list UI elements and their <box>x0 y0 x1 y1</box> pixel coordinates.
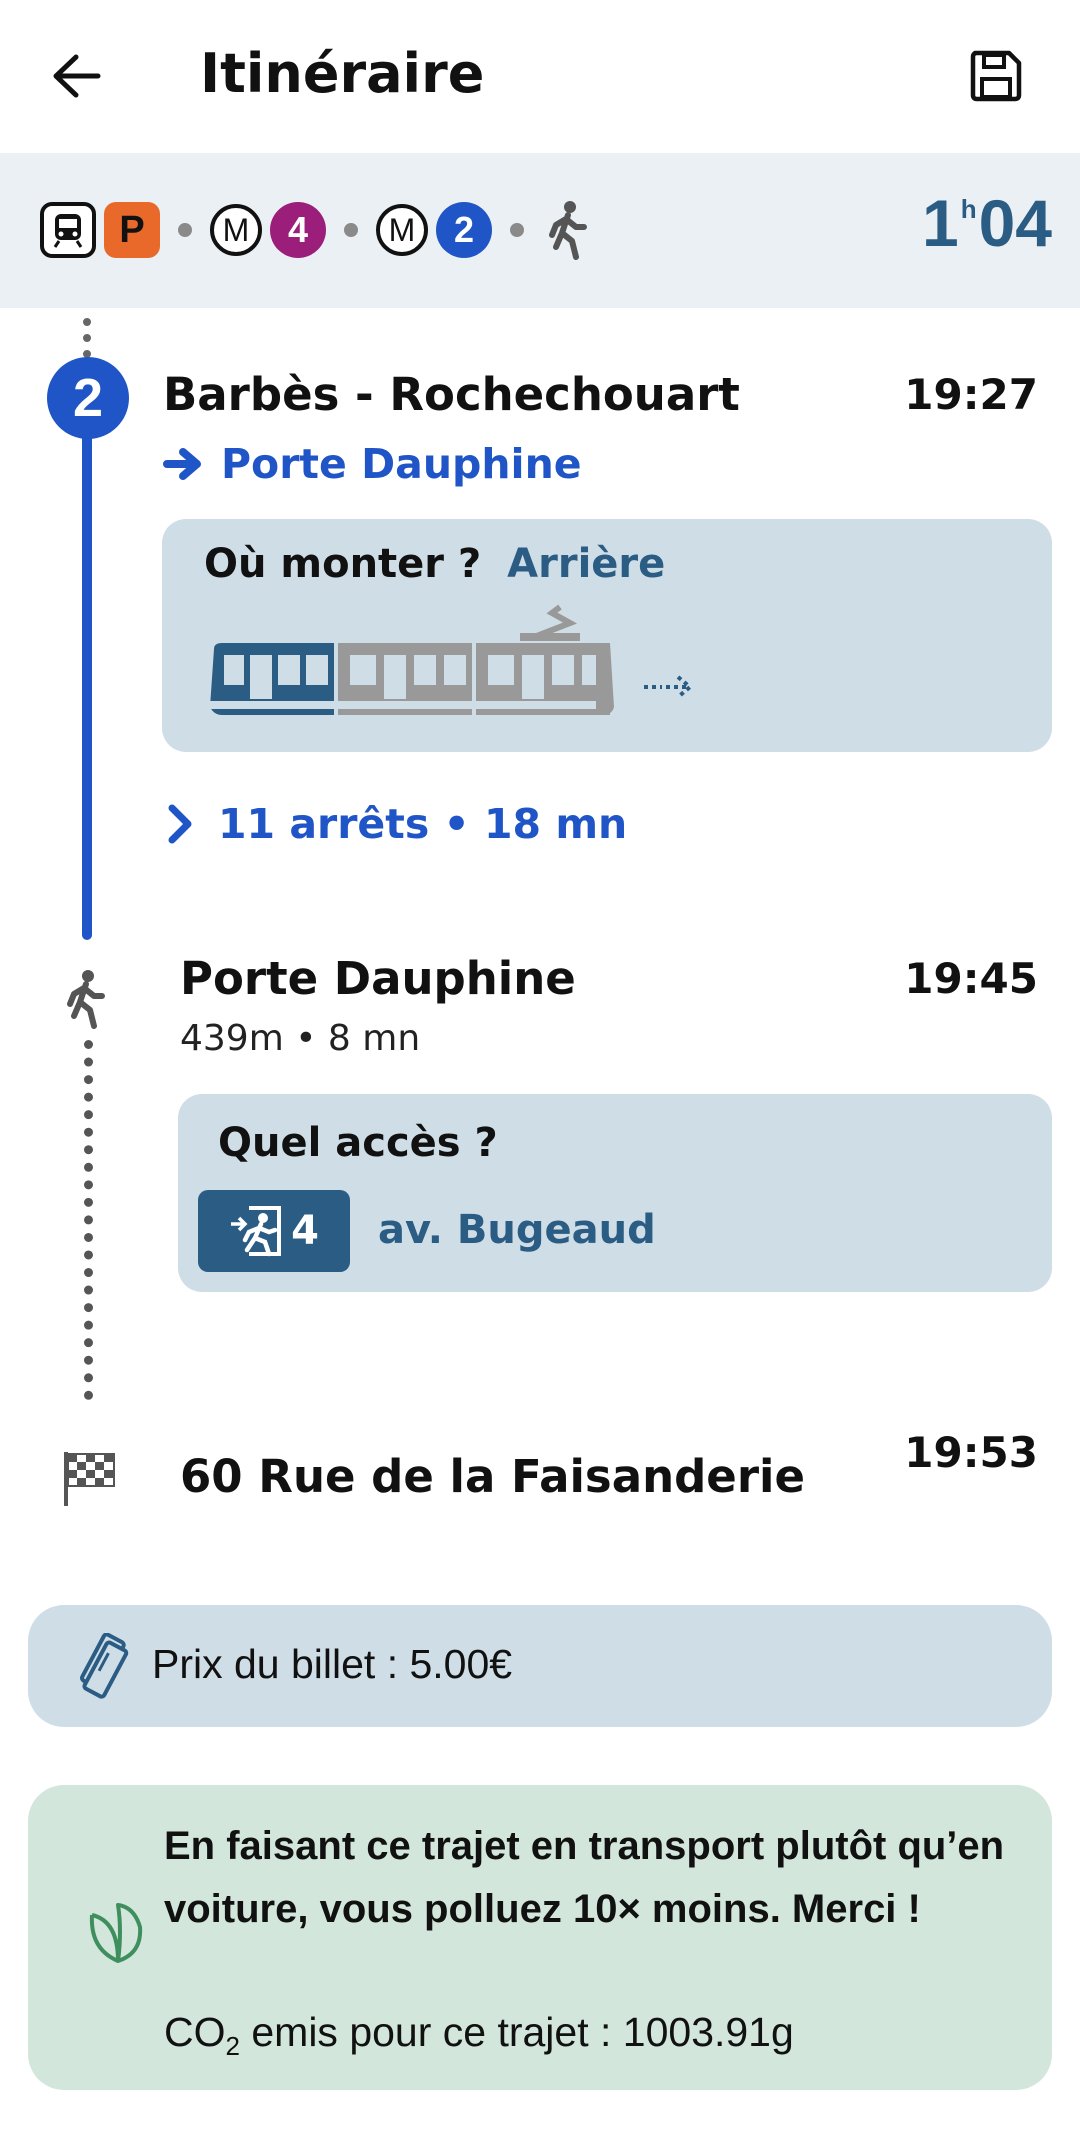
timeline-connector <box>83 318 91 358</box>
boarding-position-card: Où monter ? Arrière <box>162 519 1052 752</box>
train-icon <box>40 202 96 258</box>
departure-station: Barbès - Rochechouart <box>163 368 740 421</box>
ticket-price-card: Prix du billet : 5.00€ <box>28 1605 1052 1727</box>
floppy-disk-icon <box>970 50 1022 102</box>
page-title: Itinéraire <box>200 42 485 105</box>
duration-hour-unit: h <box>960 194 977 224</box>
arrow-right-icon <box>163 448 201 480</box>
leaf-icon <box>89 1903 143 1963</box>
departure-time: 19:27 <box>904 370 1038 419</box>
metro-line-2-marker: 2 <box>47 357 129 439</box>
arrival-time: 19:45 <box>904 954 1038 1003</box>
stops-summary: 11 arrêts • 18 mn <box>218 800 628 848</box>
eco-message: En faisant ce trajet en transport plutôt… <box>164 1824 1005 1931</box>
metro-line-track <box>82 420 92 940</box>
app-header: Itinéraire <box>0 0 1080 152</box>
walk-icon <box>67 970 105 1029</box>
metro-line-4-badge: 4 <box>270 202 326 258</box>
duration-hours: 1 <box>921 186 959 260</box>
ticket-icon <box>80 1633 129 1699</box>
metro-line-2-badge: 2 <box>436 202 492 258</box>
exit-access-card: Quel accès ? 4 av. Bugeaud <box>178 1094 1052 1292</box>
walk-path <box>84 1040 93 1400</box>
co2-subscript: 2 <box>225 2031 240 2062</box>
save-button[interactable] <box>960 40 1032 112</box>
total-duration: 1h04 <box>922 185 1052 261</box>
boarding-label: Où monter ? <box>204 541 482 587</box>
exit-badge: 4 <box>198 1190 350 1272</box>
train-cars-icon <box>210 604 694 715</box>
itinerary-summary-bar: P M 4 M 2 1h04 <box>0 153 1080 308</box>
separator-dot <box>344 223 358 237</box>
exit-number: 4 <box>291 1208 319 1254</box>
metro-icon: M <box>210 204 262 256</box>
separator-dot <box>178 223 192 237</box>
walk-icon <box>549 201 587 260</box>
co2-value: emis pour ce trajet : 1003.91g <box>239 2009 794 2055</box>
destination-address: 60 Rue de la Faisanderie <box>180 1450 805 1503</box>
checkered-flag-icon <box>64 1452 115 1506</box>
metro-icon: M <box>376 204 428 256</box>
intermediate-stops-toggle[interactable]: 11 arrêts • 18 mn <box>166 800 627 848</box>
access-label: Quel accès ? <box>218 1120 498 1166</box>
duration-minutes: 04 <box>978 186 1052 260</box>
eco-message-card: En faisant ce trajet en transport plutôt… <box>28 1785 1052 2090</box>
rer-line-badge: P <box>104 202 160 258</box>
transport-modes: P M 4 M 2 <box>40 199 592 261</box>
exit-icon <box>231 1206 282 1257</box>
arrow-left-icon <box>53 54 101 98</box>
destination-time: 19:53 <box>904 1428 1038 1477</box>
direction-label: Porte Dauphine <box>221 440 582 488</box>
arrival-station: Porte Dauphine <box>180 952 576 1005</box>
back-button[interactable] <box>40 40 112 112</box>
co2-emissions: CO2 emis pour ce trajet : 1003.91g <box>164 2009 794 2062</box>
co2-label: CO <box>164 2009 226 2055</box>
walk-details: 439m • 8 mn <box>180 1018 421 1059</box>
boarding-value: Arrière <box>507 541 666 587</box>
separator-dot <box>510 223 524 237</box>
direction: Porte Dauphine <box>163 440 582 488</box>
ticket-price: Prix du billet : 5.00€ <box>152 1641 513 1687</box>
chevron-right-icon <box>168 804 192 844</box>
exit-street: av. Bugeaud <box>378 1207 656 1253</box>
